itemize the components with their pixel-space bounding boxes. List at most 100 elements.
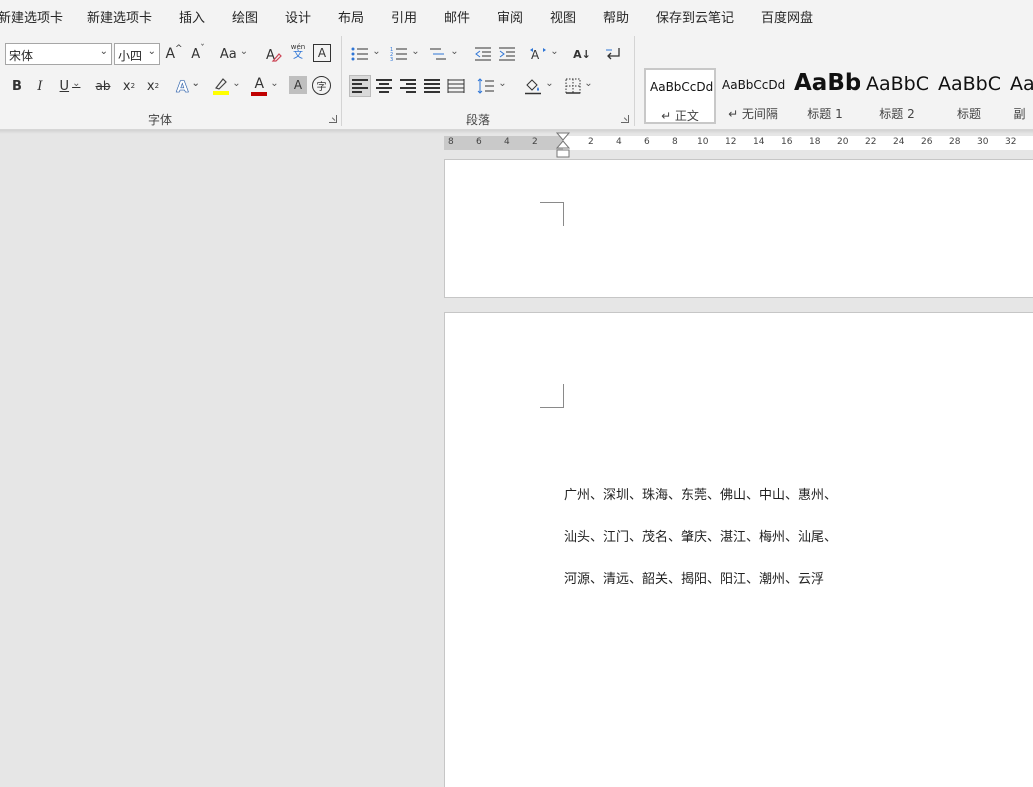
document-line-3[interactable]: 河源、清远、韶关、揭阳、阳江、潮州、云浮 [564,568,824,587]
text-effects-icon: A [176,76,189,96]
document-line-2[interactable]: 汕头、江门、茂名、肇庆、湛江、梅州、汕尾、 [564,526,837,545]
superscript-icon: x [146,78,155,94]
ruler-number: 22 [865,137,877,147]
line-spacing-button[interactable] [475,75,509,97]
text-effects-button[interactable]: A [172,75,204,97]
tab-insert[interactable]: 插入 [179,7,205,26]
tab-new-1[interactable]: 新建选项卡 [0,7,63,26]
bold-button[interactable]: B [8,75,26,97]
clear-formatting-icon: A [266,48,282,63]
page-2[interactable] [444,312,1033,787]
page-1[interactable] [444,159,1033,298]
tab-mailings[interactable]: 邮件 [444,7,470,26]
character-shading-icon: A [293,78,303,92]
borders-button[interactable] [562,75,596,97]
phonetic-guide-button[interactable]: wén 文 [287,41,309,63]
paragraph-mark-icon [606,48,620,60]
font-dialog-launcher-icon[interactable] [329,115,337,123]
highlighter-icon [213,77,230,95]
tab-view[interactable]: 视图 [550,7,576,26]
justify-button[interactable] [421,75,443,97]
tab-help[interactable]: 帮助 [603,7,629,26]
font-size-value: 小四 [118,49,143,63]
italic-button[interactable]: I [31,75,49,97]
decrease-indent-button[interactable] [473,43,493,65]
ruler-number: 8 [672,137,678,147]
distributed-button[interactable] [445,75,467,97]
ruler-number: 14 [753,137,765,147]
multilevel-list-button[interactable] [428,43,460,65]
increase-indent-icon [499,47,515,61]
highlight-button[interactable] [211,75,243,97]
tab-save-cloud-note[interactable]: 保存到云笔记 [656,7,734,26]
style-subtitle[interactable]: Aa 副 [1006,68,1033,124]
clear-formatting-button[interactable]: A [263,43,283,65]
horizontal-ruler[interactable] [563,136,1033,150]
tab-baidu-netdisk[interactable]: 百度网盘 [761,7,813,26]
align-right-button[interactable] [397,75,419,97]
paragraph-dialog-launcher-icon[interactable] [621,115,629,123]
sort-button[interactable]: A↓ [572,43,592,65]
font-color-button[interactable]: A [249,75,281,97]
tab-review[interactable]: 审阅 [497,7,523,26]
superscript-button[interactable]: x2 [144,75,162,97]
bullets-button[interactable] [350,43,382,65]
numbering-icon: 123 [390,47,408,62]
svg-text:3: 3 [390,57,393,62]
tab-layout[interactable]: 布局 [338,7,364,26]
group-separator [634,36,635,126]
bullets-icon [351,47,369,61]
ruler-number: 8 [448,137,454,147]
ruler-number: 32 [1005,137,1017,147]
chinese-layout-button[interactable]: A [528,43,560,65]
style-normal[interactable]: AaBbCcDd ↵ 正文 [644,68,716,124]
style-title[interactable]: AaBbC 标题 [934,68,1004,124]
style-heading-1[interactable]: AaBb 标题 1 [790,68,860,124]
subscript-button[interactable]: x2 [120,75,138,97]
chevron-down-icon[interactable]: ⌄ [100,46,108,57]
numbering-button[interactable]: 123 [389,43,421,65]
increase-indent-button[interactable] [497,43,517,65]
change-case-button[interactable]: Aa [218,43,250,65]
underline-button[interactable]: U [54,75,86,97]
change-case-icon: Aa [219,46,237,62]
style-name: 标题 [956,107,981,121]
style-no-spacing[interactable]: AaBbCcDd ↵ 无间隔 [718,68,788,124]
italic-icon: I [37,78,43,94]
align-left-button[interactable] [349,75,371,97]
tab-draw[interactable]: 绘图 [232,7,258,26]
font-group-label: 字体 [148,113,173,127]
ruler-number: 2 [532,137,538,147]
shading-button[interactable] [522,75,556,97]
show-marks-button[interactable] [603,43,623,65]
character-shading-button[interactable]: A [289,76,307,94]
ruler-number: 4 [616,137,622,147]
character-border-button[interactable]: A [313,44,331,62]
style-name: ↵ 正文 [661,109,699,123]
font-size-combo[interactable]: 小四 ⌄ [114,43,160,65]
shrink-font-button[interactable]: Aˇ [188,43,208,65]
tab-design[interactable]: 设计 [285,7,311,26]
grow-font-button[interactable]: A ^ [164,43,184,65]
strikethrough-button[interactable]: ab [92,75,114,97]
grow-font-icon: A [165,46,176,62]
document-line-1[interactable]: 广州、深圳、珠海、东莞、佛山、中山、惠州、 [564,484,837,503]
ruler-number: 6 [476,137,482,147]
line-spacing-icon [477,78,495,94]
paint-bucket-icon [525,79,542,95]
chevron-down-icon[interactable]: ⌄ [148,46,156,57]
style-sample: AaBb [794,70,860,96]
character-border-icon: A [317,46,327,60]
style-name: 副 [1013,107,1026,121]
styles-gallery: AaBbCcDd ↵ 正文 AaBbCcDd ↵ 无间隔 AaBb 标题 1 A… [643,68,1033,126]
align-center-button[interactable] [373,75,395,97]
superscript-mark: 2 [154,82,160,90]
tab-new-2[interactable]: 新建选项卡 [87,7,152,26]
indent-markers[interactable] [555,132,571,158]
align-center-icon [376,79,392,93]
ruler-number: 30 [977,137,989,147]
style-heading-2[interactable]: AaBbC 标题 2 [862,68,932,124]
font-name-combo[interactable]: 宋体 ⌄ [5,43,112,65]
enclose-characters-button[interactable]: 字 [312,76,331,95]
tab-references[interactable]: 引用 [391,7,417,26]
